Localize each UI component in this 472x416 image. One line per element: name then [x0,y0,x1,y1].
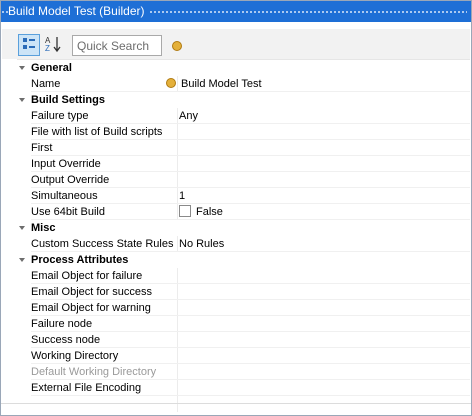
categorized-view-button[interactable] [18,34,40,56]
property-row-name[interactable]: Name Build Model Test [17,76,470,92]
toolbar: A Z [2,29,470,59]
property-label: Failure type [31,110,89,122]
property-row-working-directory[interactable]: Working Directory [17,348,470,364]
collapse-chevron-icon[interactable] [19,66,25,70]
collapse-chevron-icon[interactable] [19,98,25,102]
circle-icon [166,78,176,88]
property-value[interactable]: False [178,204,470,220]
property-row-email-failure[interactable]: Email Object for failure [17,268,470,284]
property-row-failure-type[interactable]: Failure type Any [17,108,470,124]
property-label: Email Object for success [31,286,153,298]
property-label: Custom Success State Rules [31,238,174,250]
property-row-success-node[interactable]: Success node [17,332,470,348]
property-label: Use 64bit Build [31,206,105,218]
property-value[interactable]: Any [178,108,470,124]
category-misc[interactable]: Misc [17,220,470,236]
property-label: Output Override [31,174,110,186]
property-label: Success node [31,334,101,346]
property-row-build-scripts-file[interactable]: File with list of Build scripts [17,124,470,140]
property-row-input-override[interactable]: Input Override [17,156,470,172]
category-general[interactable]: General [17,60,470,76]
property-label: Simultaneous [31,190,98,202]
title-bar[interactable]: Build Model Test (Builder) [1,1,471,22]
property-label: First [31,142,53,154]
alphabetical-sort-button[interactable]: A Z [42,34,64,56]
property-row-simultaneous[interactable]: Simultaneous 1 [17,188,470,204]
property-label: Input Override [31,158,101,170]
property-row-email-warning[interactable]: Email Object for warning [17,300,470,316]
circle-icon [172,41,182,51]
property-row-external-file-encoding[interactable]: External File Encoding [17,380,470,396]
property-label: Default Working Directory [31,366,157,378]
property-label: Failure node [31,318,93,330]
bottom-divider [1,403,471,404]
window-title: Build Model Test (Builder) [8,4,149,18]
property-row-email-success[interactable]: Email Object for success [17,284,470,300]
property-row-use-64bit-build[interactable]: Use 64bit Build False [17,204,470,220]
quick-search-input[interactable] [72,35,162,56]
property-label: Email Object for failure [31,270,143,282]
collapse-chevron-icon[interactable] [19,258,25,262]
property-row-empty [17,396,470,412]
collapse-chevron-icon[interactable] [19,226,25,230]
property-grid: General Name Build Model Test Build Sett… [17,59,470,412]
property-value[interactable]: 1 [178,188,470,204]
property-row-first[interactable]: First [17,140,470,156]
property-label: File with list of Build scripts [31,126,163,138]
svg-text:Z: Z [45,44,50,53]
property-row-failure-node[interactable]: Failure node [17,316,470,332]
property-label: Working Directory [31,350,119,362]
category-process-attributes[interactable]: Process Attributes [17,252,470,268]
use-64bit-checkbox[interactable] [179,205,191,217]
property-label: Email Object for warning [31,302,151,314]
categorized-view-icon [22,37,36,54]
property-label: External File Encoding [31,382,142,394]
category-build-settings[interactable]: Build Settings [17,92,470,108]
properties-window: Build Model Test (Builder) A Z Quick Sea… [0,0,472,416]
property-label: Name [31,78,61,90]
property-row-output-override[interactable]: Output Override [17,172,470,188]
property-value[interactable]: Build Model Test [166,76,470,92]
alphabetical-sort-icon: A Z [44,35,62,56]
property-row-custom-success-state-rules[interactable]: Custom Success State Rules No Rules [17,236,470,252]
property-row-default-working-directory: Default Working Directory [17,364,470,380]
property-value[interactable]: No Rules [178,236,470,252]
